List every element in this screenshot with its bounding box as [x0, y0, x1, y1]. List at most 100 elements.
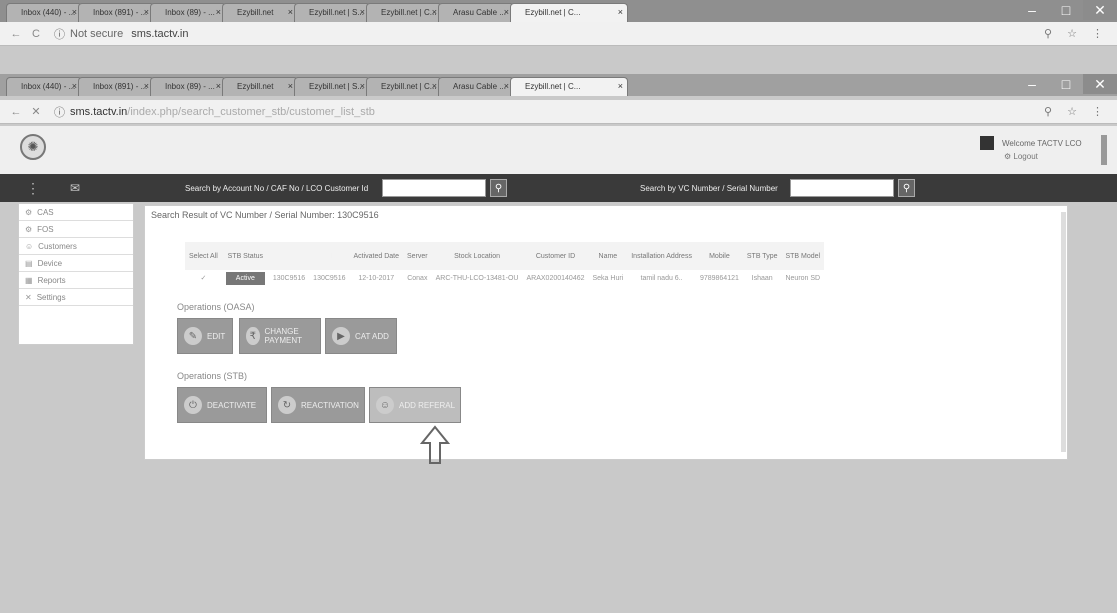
outer-tab[interactable]: Inbox (891) - ... × [78, 3, 154, 22]
search-account-button[interactable]: ⚲ [490, 179, 507, 197]
reload-icon[interactable]: C [28, 28, 44, 40]
column-header[interactable]: Select All [185, 242, 222, 270]
tab-close-icon[interactable]: × [72, 7, 77, 17]
inner-tab[interactable]: Ezybill.net | C... × [366, 77, 442, 96]
stop-icon[interactable]: ✕ [28, 105, 44, 118]
back-icon[interactable]: ← [8, 28, 24, 40]
sidebar-item-device[interactable]: ▤ Device [19, 255, 133, 272]
column-header: Customer ID [522, 242, 589, 270]
info-icon[interactable]: ⓘ [54, 26, 65, 42]
outer-tab[interactable]: Inbox (440) - ... × [6, 3, 82, 22]
tab-close-icon[interactable]: × [72, 81, 77, 91]
tab-close-icon[interactable]: × [618, 81, 623, 91]
table-cell: 12-10-2017 [358, 274, 395, 282]
back-icon[interactable]: ← [8, 106, 24, 118]
tab-close-icon[interactable]: × [216, 7, 221, 17]
outer-tab[interactable]: Ezybill.net | C... × [366, 3, 442, 22]
change-payment-button[interactable]: ₹ CHANGE PAYMENT [239, 318, 321, 354]
search-result-panel: Search Result of VC Number / Serial Numb… [144, 205, 1068, 460]
menu-icon[interactable]: ⋮ [26, 180, 40, 197]
table-cell: Conax [407, 274, 428, 282]
sidebar-item-settings[interactable]: ✕ Settings [19, 289, 133, 306]
minimize-icon[interactable]: – [1015, 0, 1049, 20]
column-header: STB Status [221, 242, 269, 270]
minimize-icon[interactable]: – [1015, 74, 1049, 94]
pointer-arrow-icon [420, 425, 450, 464]
column-header: STB Type [742, 242, 782, 270]
column-header: Stock Location [431, 242, 523, 270]
fos-icon: ⚙ [25, 224, 33, 234]
inner-tab[interactable]: Inbox (891) - ... × [78, 77, 154, 96]
sidebar: ⚙ CAS ⚙ FOS ☺ Customers ▤ Device ▦ Reports ✕ S… [18, 203, 134, 345]
column-header: VC No [268, 242, 310, 270]
user-box: Welcome TACTV LCO [980, 136, 1082, 150]
cat-add-button[interactable]: ▶ CAT ADD [325, 318, 397, 354]
tab-close-icon[interactable]: × [504, 7, 509, 17]
url-host: sms.tactv.in [70, 105, 128, 118]
table-cell: ARAX0200140462 [526, 274, 585, 282]
tab-close-icon[interactable]: × [288, 7, 293, 17]
info-icon[interactable]: ⓘ [54, 104, 65, 120]
inner-tab-active[interactable]: Ezybill.net | C... × [510, 77, 628, 96]
reactivation-button[interactable]: ↻ REACTIVATION [271, 387, 365, 423]
tab-close-icon[interactable]: × [432, 81, 437, 91]
inner-tab[interactable]: Ezybill.net | S... × [294, 77, 370, 96]
tab-close-icon[interactable]: × [360, 7, 365, 17]
panel-scrollbar[interactable] [1061, 212, 1066, 452]
tab-close-icon[interactable]: × [144, 7, 149, 17]
inner-url-field[interactable]: ⓘ sms.tactv.in /index.php/search_custome… [54, 104, 375, 120]
url-text: sms.tactv.in [131, 27, 189, 40]
bookmark-star-icon[interactable]: ⚲ ☆ ⋮ [1044, 27, 1109, 40]
search-vc-label: Search by VC Number / Serial Number [640, 183, 778, 193]
outer-tab-active[interactable]: Ezybill.net | C... × [510, 3, 628, 22]
table-cell: 9789864121 [699, 274, 739, 282]
close-window-icon[interactable]: ✕ [1083, 74, 1117, 94]
table-cell: Seka Huri [592, 274, 624, 282]
search-vc-input[interactable] [790, 179, 894, 197]
sidebar-item-reports[interactable]: ▦ Reports [19, 272, 133, 289]
menu-icon[interactable]: ⚲ ☆ ⋮ [1044, 105, 1109, 118]
table-cell: 130C9516 [313, 274, 346, 282]
search-vc-button[interactable]: ⚲ [898, 179, 915, 197]
deactivate-button[interactable]: ⏻ DEACTIVATE [177, 387, 267, 423]
outer-tab[interactable]: Ezybill.net × [222, 3, 298, 22]
mail-icon[interactable]: ✉ [70, 181, 80, 195]
inner-tab[interactable]: Inbox (89) - ... × [150, 77, 226, 96]
table-cell: 130C9516 [272, 274, 306, 282]
logout-link[interactable]: ⚙ Logout [1004, 152, 1038, 161]
tab-close-icon[interactable]: × [432, 7, 437, 17]
outer-tab[interactable]: Arasu Cable ... × [438, 3, 514, 22]
inner-tab[interactable]: Arasu Cable ... × [438, 77, 514, 96]
add-referal-button[interactable]: ☺ ADD REFERAL [369, 387, 461, 423]
outer-tab[interactable]: Ezybill.net | S... × [294, 3, 370, 22]
close-window-icon[interactable]: ✕ [1083, 0, 1117, 20]
maximize-icon[interactable]: □ [1049, 0, 1083, 20]
maximize-icon[interactable]: □ [1049, 74, 1083, 94]
inner-tab[interactable]: Inbox (440) - ... × [6, 77, 82, 96]
sidebar-item-cas[interactable]: ⚙ CAS [19, 204, 133, 221]
table-row: ✓ Active 130C9516 130C9516 12-10-2017 Co… [185, 270, 824, 286]
outer-address-bar: ← C ⓘ Not secure sms.tactv.in ⚲ ☆ ⋮ [0, 22, 1117, 46]
tab-close-icon[interactable]: × [216, 81, 221, 91]
inner-address-bar: ← ✕ ⓘ sms.tactv.in /index.php/search_cus… [0, 100, 1117, 124]
settings-icon: ✕ [25, 292, 32, 302]
edit-button[interactable]: ✎ EDIT [177, 318, 233, 354]
inner-tab[interactable]: Ezybill.net × [222, 77, 298, 96]
table-cell: tamil nadu 6.. [640, 274, 683, 282]
outer-url-field[interactable]: ⓘ Not secure sms.tactv.in [54, 26, 188, 42]
window-controls: – □ ✕ [1015, 0, 1117, 20]
outer-tab[interactable]: Inbox (89) - ... × [150, 3, 226, 22]
page-scrollbar[interactable] [1101, 135, 1107, 165]
sidebar-item-fos[interactable]: ⚙ FOS [19, 221, 133, 238]
sidebar-item-customers[interactable]: ☺ Customers [19, 238, 133, 255]
tab-close-icon[interactable]: × [360, 81, 365, 91]
select-checkbox[interactable]: ✓ [185, 270, 222, 286]
search-account-input[interactable] [382, 179, 486, 197]
tab-close-icon[interactable]: × [618, 7, 623, 17]
tab-close-icon[interactable]: × [144, 81, 149, 91]
column-header: STB Model [781, 242, 825, 270]
tab-close-icon[interactable]: × [504, 81, 509, 91]
power-icon: ⏻ [184, 396, 202, 414]
ops-stb-label: Operations (STB) [177, 371, 248, 381]
tab-close-icon[interactable]: × [288, 81, 293, 91]
